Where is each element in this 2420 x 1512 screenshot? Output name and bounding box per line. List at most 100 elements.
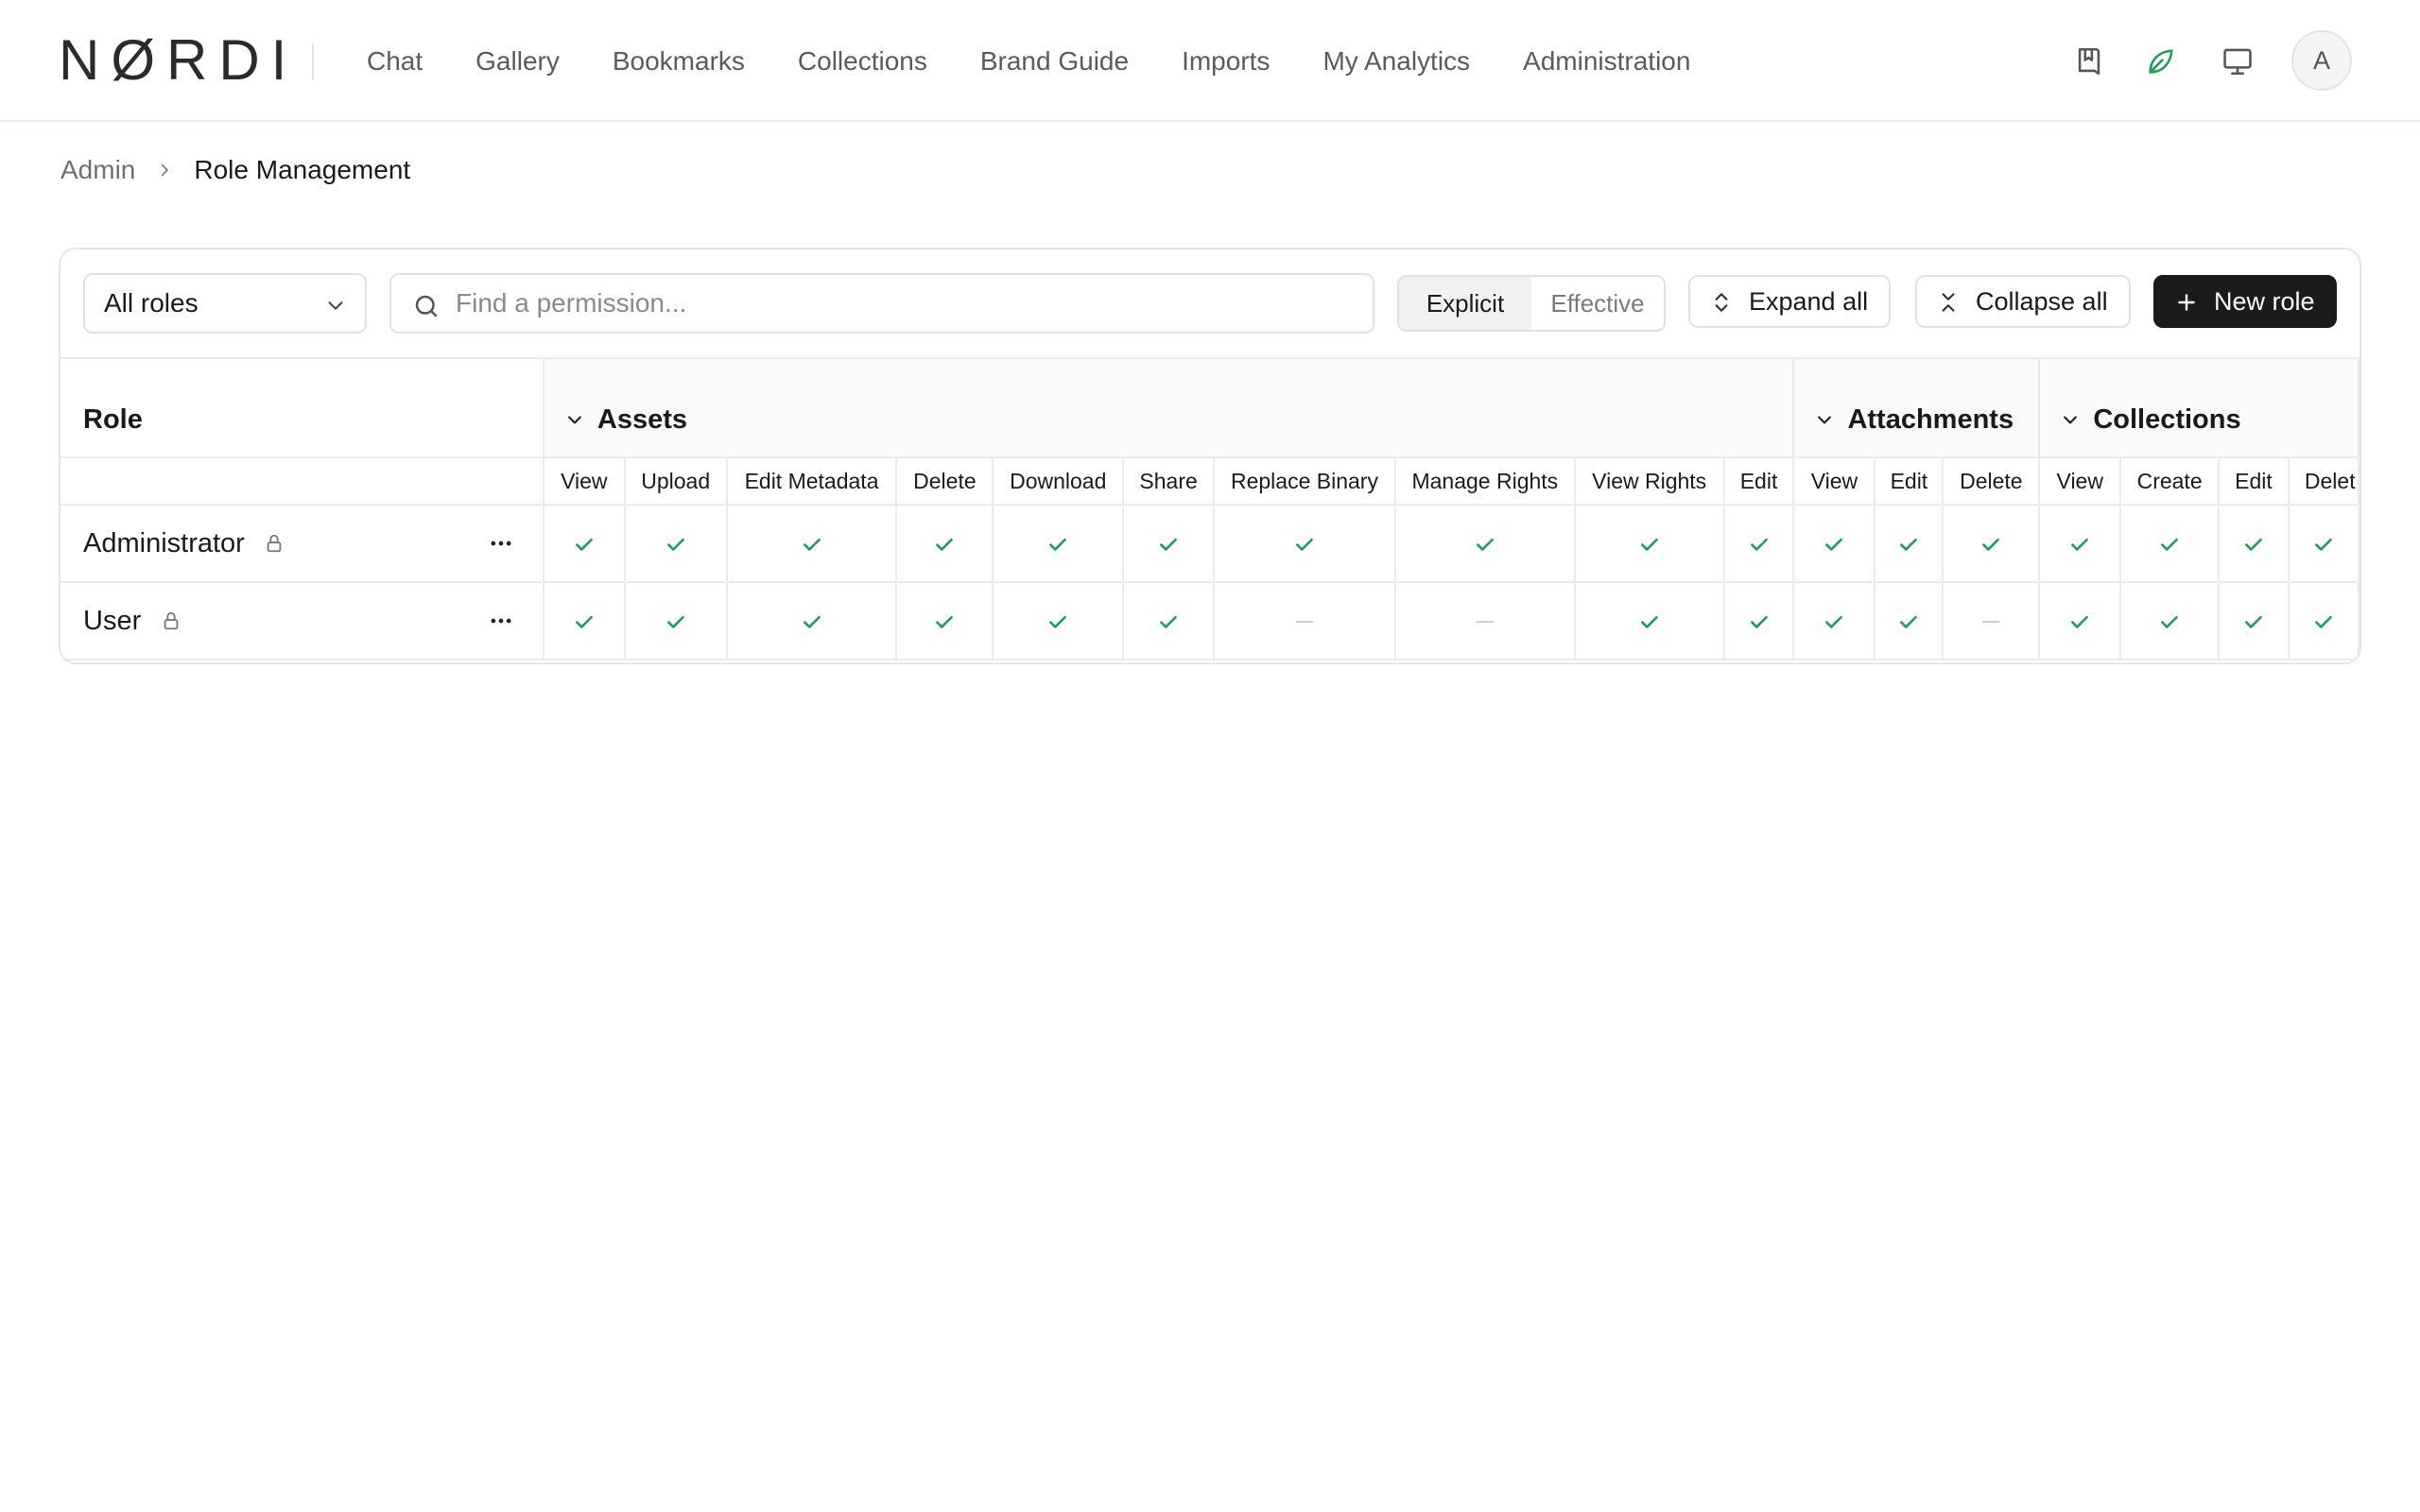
permission-granted-cell[interactable]: [543, 505, 626, 583]
permission-granted-cell[interactable]: [2288, 505, 2360, 583]
leaf-icon[interactable]: [2145, 45, 2177, 77]
permission-denied-cell[interactable]: [1943, 582, 2041, 661]
permission-granted-cell[interactable]: [1875, 582, 1945, 661]
check-icon: [1900, 615, 1918, 628]
permission-denied-cell[interactable]: [1394, 582, 1576, 661]
check-icon: [666, 538, 684, 551]
group-header-collections: Collections: [2039, 359, 2360, 458]
permission-granted-cell[interactable]: [1723, 582, 1795, 661]
chevron-down-icon: [2064, 416, 2078, 424]
check-icon: [2071, 615, 2089, 628]
collapse-vertical-icon: [1942, 293, 1955, 312]
plus-icon: [2178, 294, 2195, 311]
group-toggle-attachments[interactable]: Attachments: [1794, 383, 2037, 455]
permission-granted-cell[interactable]: [2039, 582, 2122, 661]
chevron-down-icon: [1818, 416, 1832, 424]
permission-granted-cell[interactable]: [1943, 505, 2041, 583]
permission-granted-cell[interactable]: [1123, 582, 1216, 661]
user-avatar[interactable]: A: [2291, 30, 2352, 91]
nav-item-administration[interactable]: Administration: [1523, 46, 1690, 77]
nav-item-gallery[interactable]: Gallery: [475, 46, 560, 77]
group-toggle-assets[interactable]: Assets: [544, 383, 1792, 455]
permission-granted-cell[interactable]: [1214, 505, 1396, 583]
new-role-button[interactable]: New role: [2153, 275, 2337, 328]
check-icon: [2245, 615, 2262, 628]
permission-granted-cell[interactable]: [1574, 582, 1725, 661]
permission-granted-cell[interactable]: [896, 505, 994, 583]
role-name-cell: User: [60, 582, 544, 661]
permission-granted-cell[interactable]: [2288, 582, 2360, 661]
check-icon: [1750, 538, 1768, 551]
permission-denied-cell[interactable]: [1214, 582, 1396, 661]
nav-item-bookmarks[interactable]: Bookmarks: [613, 46, 745, 77]
permission-granted-cell[interactable]: [896, 582, 994, 661]
permission-granted-cell[interactable]: [1394, 505, 1576, 583]
group-name-attachments: Attachments: [1847, 404, 2014, 435]
group-toggle-collections[interactable]: Collections: [2040, 383, 2357, 455]
more-options-icon[interactable]: [488, 608, 514, 634]
check-icon: [936, 538, 954, 551]
permission-header: View: [543, 457, 626, 506]
role-filter-select[interactable]: All roles: [83, 273, 367, 334]
brand-logo[interactable]: NØRDI: [59, 28, 298, 93]
check-icon: [1049, 615, 1067, 628]
breadcrumb-admin-link[interactable]: Admin: [60, 155, 135, 185]
check-icon: [1750, 615, 1768, 628]
permission-granted-cell[interactable]: [2120, 505, 2221, 583]
check-icon: [803, 538, 821, 551]
permission-header: Edit: [2219, 457, 2290, 506]
permission-header: Delete: [1943, 457, 2041, 506]
permission-granted-cell[interactable]: [1723, 505, 1795, 583]
expand-all-button[interactable]: Expand all: [1688, 275, 1891, 328]
permission-granted-cell[interactable]: [726, 582, 898, 661]
permission-granted-cell[interactable]: [2219, 505, 2290, 583]
permission-granted-cell[interactable]: [1793, 505, 1876, 583]
permission-granted-cell[interactable]: [624, 582, 728, 661]
nav-item-chat[interactable]: Chat: [367, 46, 423, 77]
nav-item-collections[interactable]: Collections: [798, 46, 927, 77]
dash-icon: [1982, 621, 2000, 624]
permission-header: Upload: [624, 457, 728, 506]
permission-granted-cell[interactable]: [2039, 505, 2122, 583]
permission-granted-cell[interactable]: [543, 582, 626, 661]
group-header-attachments: Attachments: [1793, 359, 2041, 458]
check-icon: [2315, 615, 2332, 628]
role-subheader-blank: [60, 457, 544, 506]
permission-search: [389, 273, 1374, 334]
bookmark-book-icon[interactable]: [2073, 45, 2105, 77]
breadcrumb: Admin Role Management: [60, 151, 410, 189]
check-icon: [1640, 615, 1658, 628]
collapse-all-button[interactable]: Collapse all: [1915, 275, 2131, 328]
permission-header: View: [2039, 457, 2122, 506]
more-options-icon[interactable]: [488, 530, 514, 557]
check-icon: [1296, 538, 1313, 551]
nav-item-my-analytics[interactable]: My Analytics: [1322, 46, 1470, 77]
top-navigation-bar: NØRDI Chat Gallery Bookmarks Collections…: [0, 0, 2420, 122]
permission-header: Download: [993, 457, 1125, 506]
expand-vertical-icon: [1715, 293, 1728, 312]
permission-granted-cell[interactable]: [624, 505, 728, 583]
nav-item-imports[interactable]: Imports: [1182, 46, 1270, 77]
role-name[interactable]: Administrator: [83, 528, 245, 558]
group-header-assets: Assets: [543, 359, 1795, 458]
permission-search-input[interactable]: [456, 288, 1373, 318]
check-icon: [936, 615, 954, 628]
nav-item-brand-guide[interactable]: Brand Guide: [980, 46, 1129, 77]
permission-granted-cell[interactable]: [726, 505, 898, 583]
lock-icon: [164, 611, 178, 630]
permissions-toolbar: All roles Explicit Effective Expand all …: [60, 249, 2360, 359]
view-mode-explicit[interactable]: Explicit: [1399, 277, 1531, 330]
permission-granted-cell[interactable]: [1574, 505, 1725, 583]
permission-granted-cell[interactable]: [1875, 505, 1945, 583]
permission-granted-cell[interactable]: [993, 505, 1125, 583]
permission-granted-cell[interactable]: [1793, 582, 1876, 661]
permission-granted-cell[interactable]: [2120, 582, 2221, 661]
check-icon: [803, 615, 821, 628]
role-name[interactable]: User: [83, 606, 141, 636]
permission-granted-cell[interactable]: [2219, 582, 2290, 661]
permission-granted-cell[interactable]: [993, 582, 1125, 661]
permission-granted-cell[interactable]: [1123, 505, 1216, 583]
view-mode-effective[interactable]: Effective: [1531, 277, 1664, 330]
check-icon: [575, 538, 593, 551]
monitor-icon[interactable]: [2221, 45, 2254, 77]
